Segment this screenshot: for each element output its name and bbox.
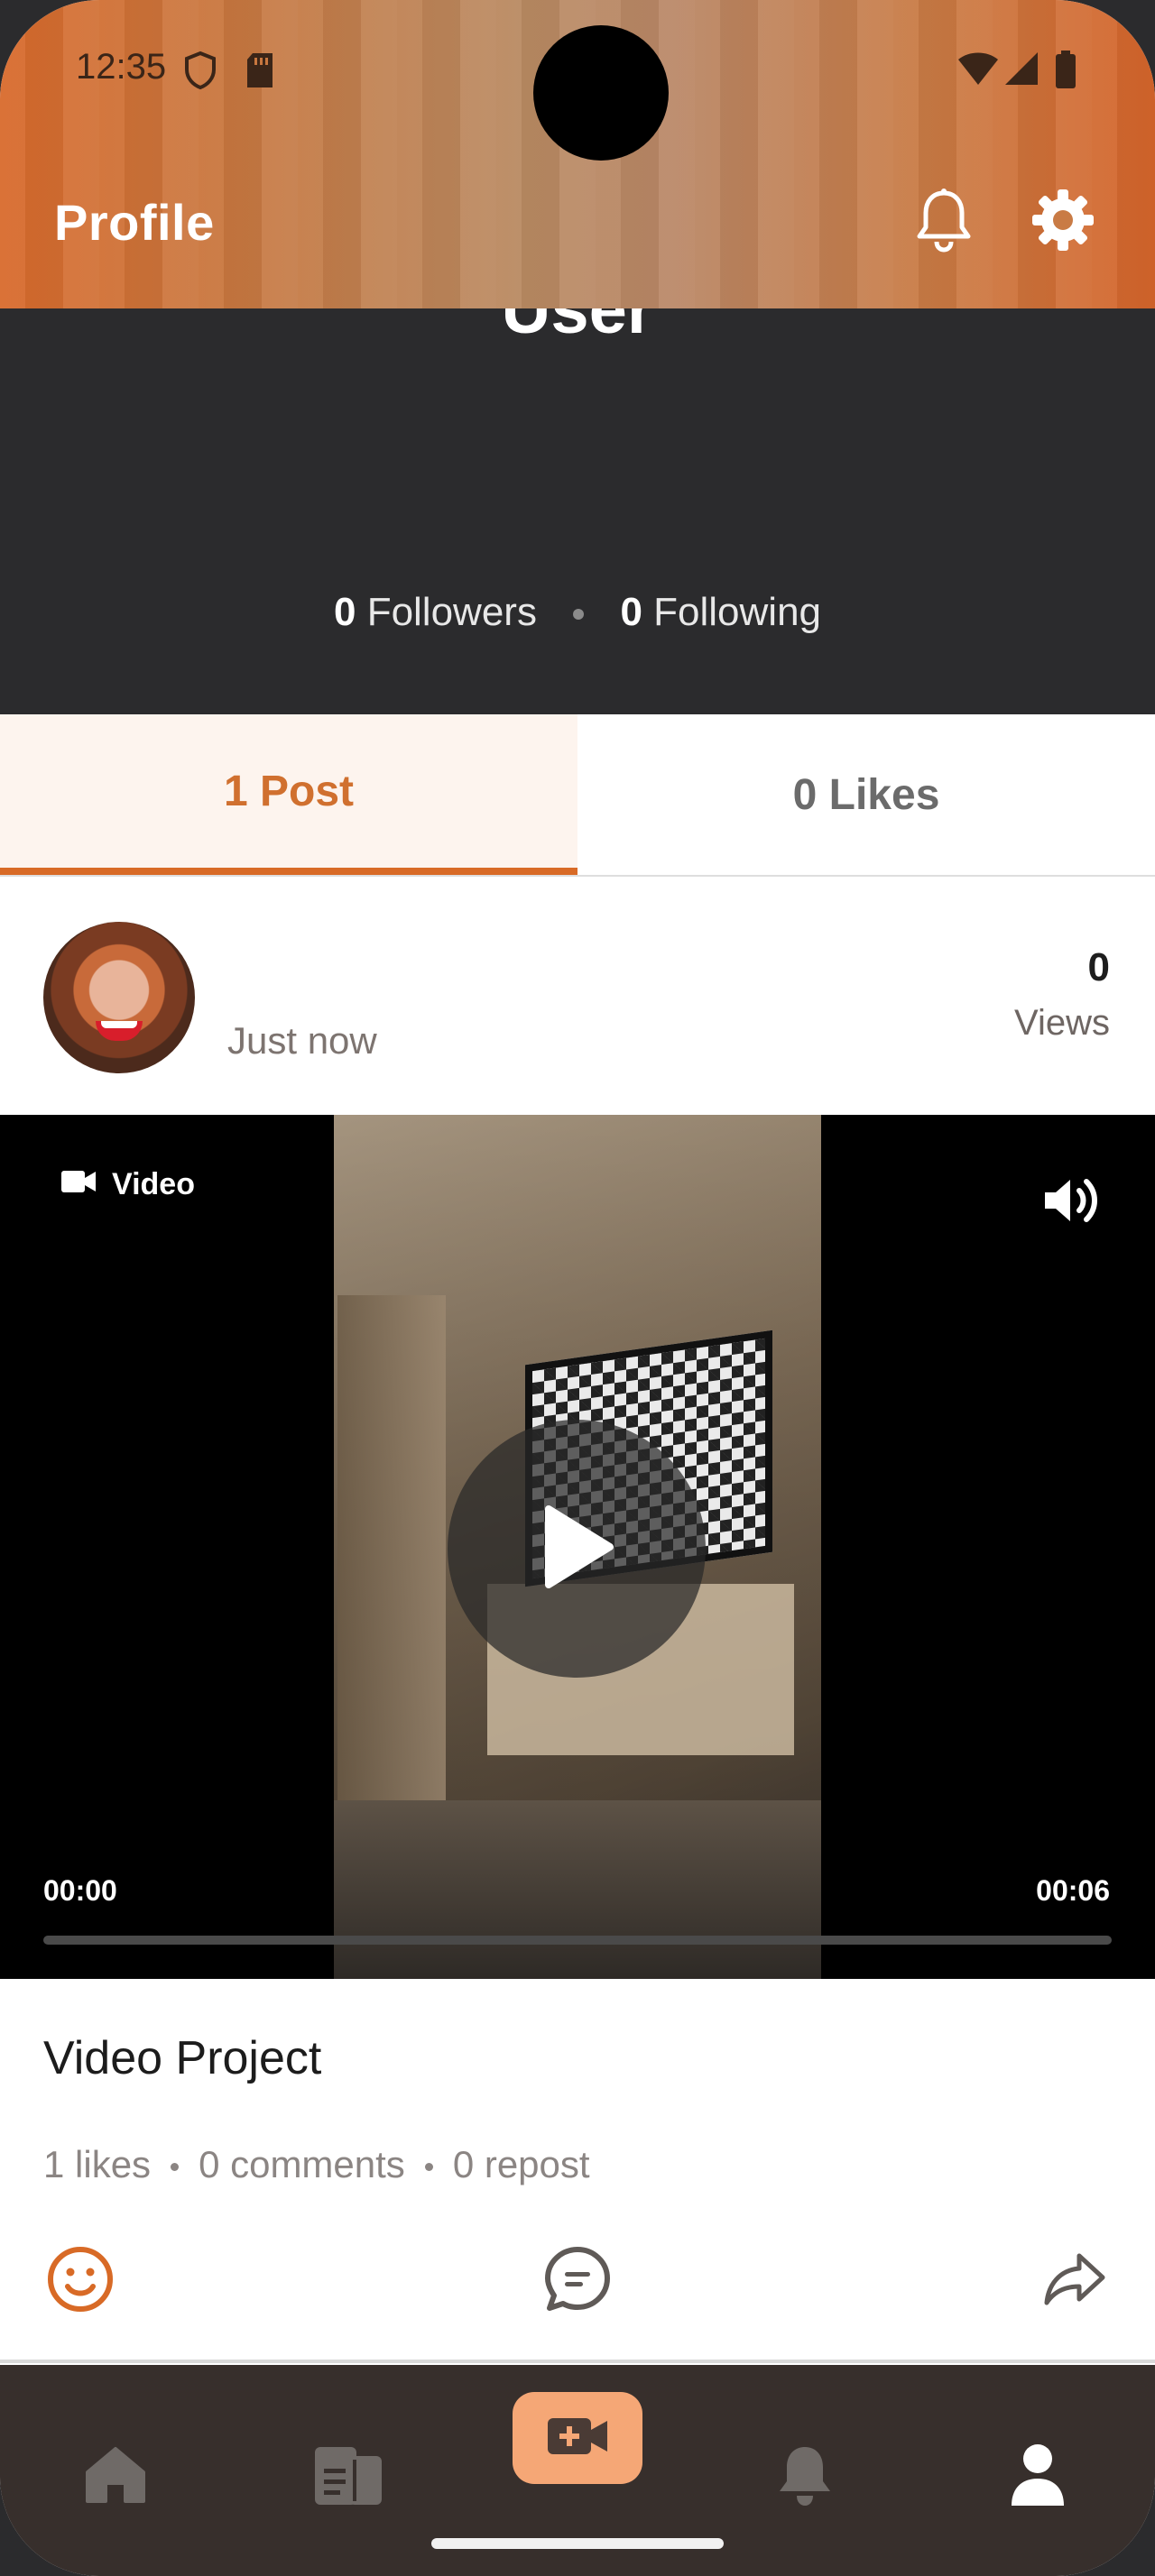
profile-section: 0 Followers 0 Following (0, 308, 1155, 714)
nav-profile[interactable] (994, 2433, 1081, 2520)
following-label: Following (653, 590, 822, 634)
create-video-icon (546, 2415, 609, 2462)
followers-link[interactable]: 0 Followers (334, 590, 537, 634)
seek-bar[interactable] (43, 1936, 1112, 1945)
profile-icon (1010, 2443, 1066, 2512)
post-timestamp: Just now (227, 1019, 377, 1062)
views-label: Views (1014, 1003, 1110, 1043)
media-type-label: Video (112, 1167, 195, 1201)
comments-count[interactable]: 0 comments (199, 2143, 405, 2185)
follow-stats: 0 Followers 0 Following (0, 590, 1155, 635)
nav-create-video[interactable] (513, 2392, 642, 2484)
notifications-button[interactable] (908, 186, 980, 258)
video-camera-icon (61, 1167, 97, 1202)
shield-icon (182, 51, 218, 95)
bell-icon (914, 188, 974, 257)
share-icon (1043, 2250, 1106, 2313)
tab-posts[interactable]: 1 Post (0, 714, 578, 875)
avatar[interactable] (43, 922, 195, 1073)
media-type-badge: Video (61, 1167, 195, 1202)
smiley-icon (46, 2245, 115, 2318)
post-actions (0, 2240, 1155, 2322)
video-player[interactable]: Video 00:00 00:06 (0, 1115, 1155, 1979)
status-time: 12:35 (76, 47, 167, 87)
home-indicator[interactable] (431, 2538, 724, 2549)
tab-likes[interactable]: 0 Likes (578, 714, 1155, 875)
stats-separator (171, 2163, 180, 2172)
following-count: 0 (620, 590, 642, 634)
share-button[interactable] (1034, 2240, 1115, 2322)
nav-home[interactable] (72, 2433, 159, 2520)
gear-icon (1030, 188, 1095, 257)
battery-icon (1054, 51, 1077, 95)
feed-icon (313, 2443, 383, 2511)
post-header: Just now 0 Views (0, 877, 1155, 1115)
post-title: Video Project (43, 2032, 322, 2084)
current-time: 00:00 (43, 1874, 117, 1907)
status-bar: 12:35 (0, 25, 1155, 161)
comment-button[interactable] (537, 2240, 618, 2322)
divider (0, 2360, 1155, 2363)
nav-notifications[interactable] (762, 2433, 848, 2520)
cellular-signal-icon (1003, 51, 1040, 91)
likes-count[interactable]: 1 likes (43, 2143, 151, 2185)
screen: 0 Followers 0 Following User 12:35 Profi… (0, 0, 1155, 2576)
camera-cutout (533, 25, 669, 161)
app-header: 12:35 Profile (0, 0, 1155, 308)
comment-icon (543, 2245, 612, 2318)
sd-card-icon (244, 51, 276, 95)
profile-tabs: 1 Post 0 Likes (0, 714, 1155, 877)
nav-feed[interactable] (305, 2433, 392, 2520)
home-icon (84, 2445, 147, 2509)
play-button[interactable] (448, 1420, 706, 1678)
post-stats: 1 likes 0 comments 0 repost (43, 2143, 590, 2186)
volume-icon (1040, 1179, 1103, 1236)
followers-label: Followers (366, 590, 537, 634)
react-button[interactable] (40, 2240, 121, 2322)
notifications-icon (775, 2442, 835, 2513)
reposts-count[interactable]: 0 repost (453, 2143, 590, 2185)
views-count: 0 (1087, 945, 1110, 989)
settings-button[interactable] (1027, 186, 1099, 258)
thumbnail-bookshelf (337, 1295, 446, 1854)
stats-separator (424, 2163, 433, 2172)
volume-button[interactable] (1040, 1169, 1103, 1232)
following-link[interactable]: 0 Following (620, 590, 821, 634)
page-title: Profile (54, 194, 215, 251)
thumbnail-floor (334, 1800, 821, 1979)
video-duration: 00:06 (1036, 1874, 1110, 1907)
avatar-teeth (101, 1021, 137, 1028)
separator-dot (573, 609, 585, 621)
wifi-icon (956, 51, 1000, 91)
play-icon (536, 1502, 617, 1596)
followers-count: 0 (333, 590, 356, 634)
